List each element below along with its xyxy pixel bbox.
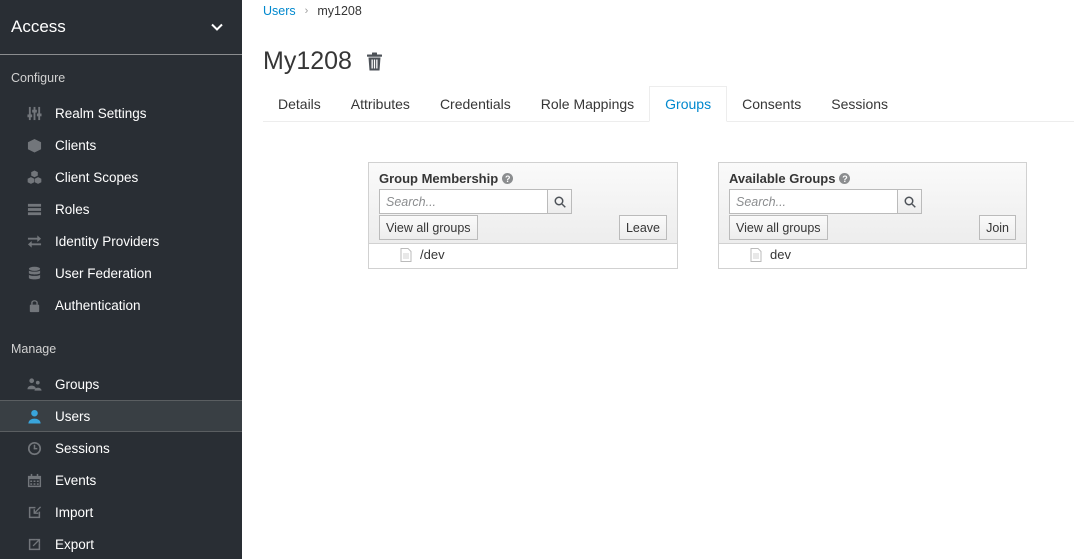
sidebar-item-realm-settings[interactable]: Realm Settings: [0, 97, 242, 129]
manage-nav: Groups Users Sessions Events Import Expo…: [0, 368, 242, 559]
help-icon[interactable]: ?: [839, 173, 851, 184]
sidebar-item-label: Events: [55, 472, 97, 488]
database-icon: [26, 265, 42, 281]
sidebar-item-label: Authentication: [55, 297, 141, 313]
sidebar-item-export[interactable]: Export: [0, 528, 242, 559]
breadcrumb-current: my1208: [317, 4, 362, 18]
sidebar-item-roles[interactable]: Roles: [0, 193, 242, 225]
join-button[interactable]: Join: [979, 215, 1016, 240]
sidebar-item-label: Import: [55, 504, 94, 520]
sidebar-item-label: Export: [55, 536, 95, 552]
sidebar-item-label: Sessions: [55, 440, 110, 456]
sidebar-item-authentication[interactable]: Authentication: [0, 289, 242, 321]
available-groups-title: Available Groups ?: [729, 171, 851, 186]
users-icon: [26, 376, 42, 392]
tree-item-label: dev: [770, 247, 791, 262]
sidebar-item-client-scopes[interactable]: Client Scopes: [0, 161, 242, 193]
sidebar-item-clients[interactable]: Clients: [0, 129, 242, 161]
sidebar-item-identity-providers[interactable]: Identity Providers: [0, 225, 242, 257]
panel-title-text: Group Membership: [379, 171, 499, 186]
search-icon[interactable]: [898, 189, 922, 214]
page-title-row: My1208: [263, 47, 384, 76]
group-membership-header: Group Membership ? View all groups Leave: [369, 163, 677, 244]
main-content: Users › my1208 My1208 Details Attributes…: [242, 0, 1074, 559]
tree-item[interactable]: /dev: [400, 247, 445, 262]
sidebar-item-label: Clients: [55, 137, 97, 153]
page-title: My1208: [263, 47, 352, 75]
cubes-icon: [26, 169, 42, 185]
realm-selector[interactable]: Access: [0, 0, 242, 55]
manage-heading: Manage: [11, 342, 57, 356]
sidebar-item-label: Client Scopes: [55, 169, 139, 185]
sidebar-item-groups[interactable]: Groups: [0, 368, 242, 400]
tree-item-label: /dev: [420, 247, 445, 262]
export-icon: [26, 536, 42, 552]
user-tabs: Details Attributes Credentials Role Mapp…: [263, 86, 1074, 122]
available-groups-header: Available Groups ? View all groups Join: [719, 163, 1026, 244]
sidebar-item-user-federation[interactable]: User Federation: [0, 257, 242, 289]
group-membership-title: Group Membership ?: [379, 171, 514, 186]
list-icon: [26, 201, 42, 217]
sidebar-item-import[interactable]: Import: [0, 496, 242, 528]
leave-button[interactable]: Leave: [618, 215, 667, 240]
breadcrumb: Users › my1208: [263, 4, 362, 18]
realm-name: Access: [11, 17, 66, 36]
membership-search: [379, 189, 572, 214]
tab-role-mappings[interactable]: Role Mappings: [526, 86, 649, 122]
sidebar-item-label: Realm Settings: [55, 105, 147, 121]
sidebar-item-label: Groups: [55, 376, 100, 392]
group-membership-panel: Group Membership ? View all groups Leave…: [368, 162, 678, 269]
file-icon: [400, 247, 412, 262]
user-icon: [26, 408, 42, 424]
tab-attributes[interactable]: Attributes: [336, 86, 425, 122]
sidebar-item-label: Identity Providers: [55, 233, 160, 249]
tree-item[interactable]: dev: [750, 247, 791, 262]
membership-view-all-button[interactable]: View all groups: [379, 215, 478, 240]
clock-icon: [26, 440, 42, 456]
available-tree: dev: [719, 244, 1026, 269]
configure-heading: Configure: [11, 71, 66, 85]
trash-icon[interactable]: [366, 52, 384, 72]
tab-consents[interactable]: Consents: [727, 86, 816, 122]
sidebar-item-label: User Federation: [55, 265, 152, 281]
sidebar-item-label: Roles: [55, 201, 90, 217]
available-search: [729, 189, 922, 214]
search-icon[interactable]: [548, 189, 572, 214]
breadcrumb-separator: ›: [304, 5, 309, 17]
tab-sessions[interactable]: Sessions: [816, 86, 903, 122]
breadcrumb-users-link[interactable]: Users: [263, 4, 296, 18]
lock-icon: [26, 297, 42, 313]
tab-details[interactable]: Details: [263, 86, 336, 122]
sidebar-item-label: Users: [55, 408, 91, 424]
panel-title-text: Available Groups: [729, 171, 836, 186]
calendar-icon: [26, 472, 42, 488]
tab-credentials[interactable]: Credentials: [425, 86, 526, 122]
tab-groups[interactable]: Groups: [649, 86, 728, 122]
available-search-input[interactable]: [729, 189, 898, 214]
cube-icon: [26, 137, 42, 153]
chevron-down-icon: [210, 20, 224, 34]
sliders-icon: [26, 105, 42, 121]
available-view-all-button[interactable]: View all groups: [729, 215, 828, 240]
exchange-icon: [26, 233, 42, 249]
available-groups-panel: Available Groups ? View all groups Join …: [718, 162, 1027, 269]
sidebar-item-events[interactable]: Events: [0, 464, 242, 496]
membership-search-input[interactable]: [379, 189, 548, 214]
import-icon: [26, 504, 42, 520]
help-icon[interactable]: ?: [502, 173, 514, 184]
sidebar: Access Configure Realm Settings Clients …: [0, 0, 242, 559]
file-icon: [750, 247, 762, 262]
sidebar-item-users[interactable]: Users: [0, 400, 242, 432]
configure-nav: Realm Settings Clients Client Scopes Rol…: [0, 97, 242, 321]
sidebar-item-sessions[interactable]: Sessions: [0, 432, 242, 464]
membership-tree: /dev: [369, 244, 677, 269]
